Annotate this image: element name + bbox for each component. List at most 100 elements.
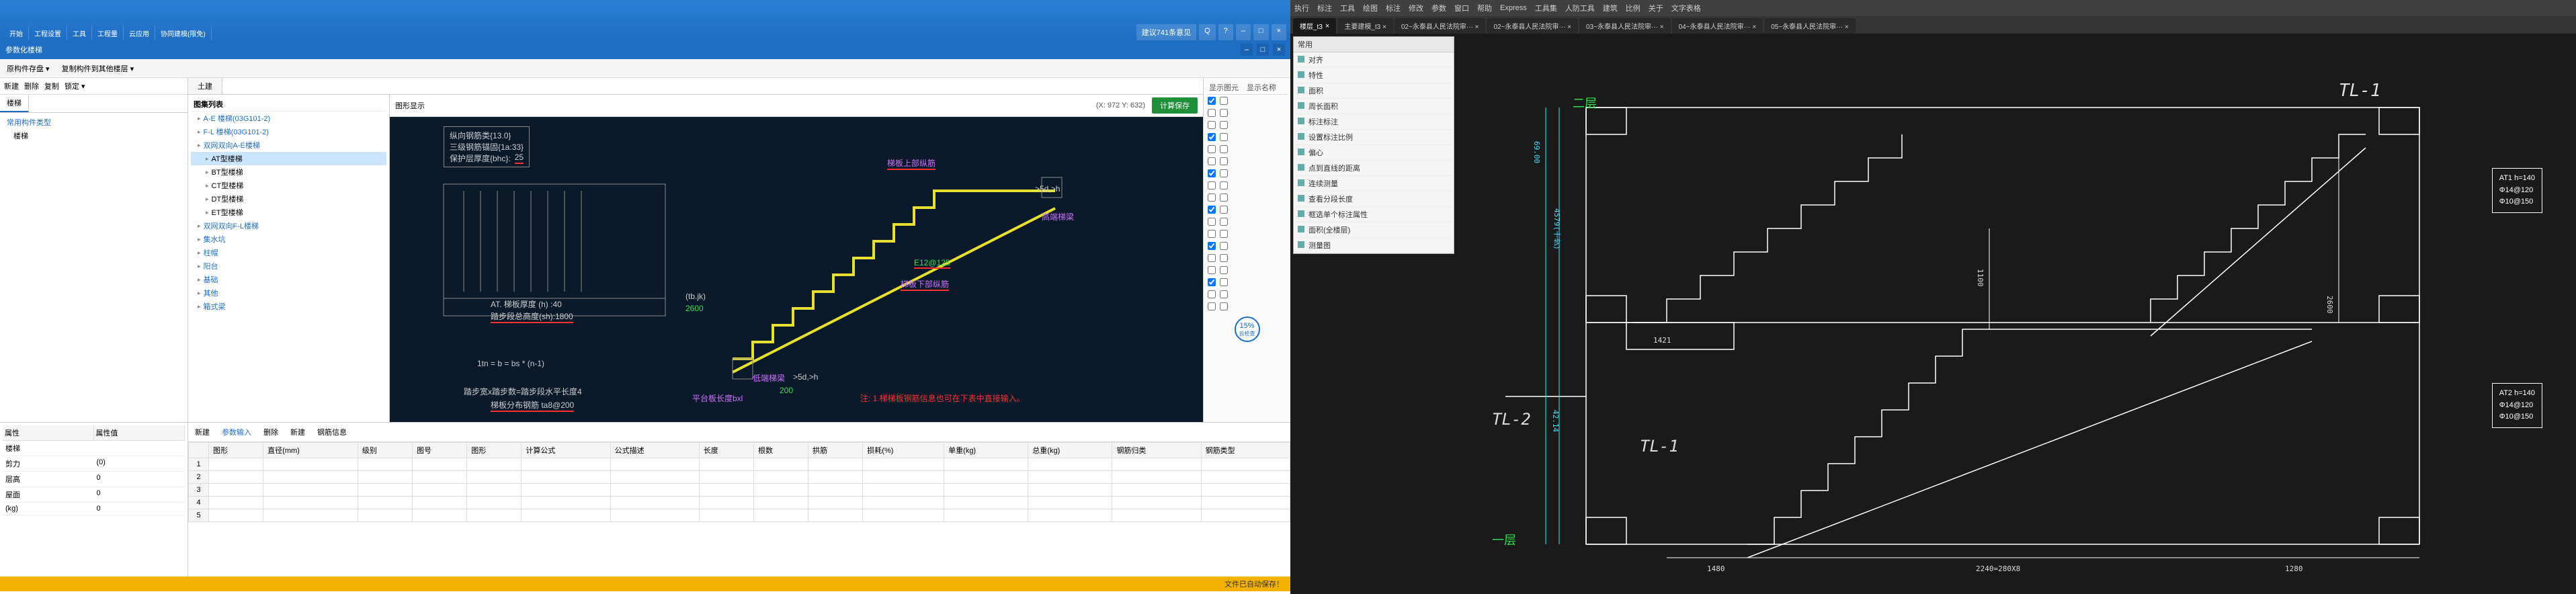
cad-tools-panel[interactable]: 常用 对齐特性面积周长面积标注标注设置标注比例偏心点到直线的距离连续测量查看分段… — [1293, 36, 1454, 254]
name-checkbox[interactable] — [1220, 181, 1228, 189]
ribbon-tab[interactable]: 工程设置 — [29, 26, 67, 40]
grid-cell[interactable] — [263, 509, 358, 522]
minimize-button[interactable]: – — [1236, 24, 1251, 40]
atlas-tree-node[interactable]: 箱式梁 — [191, 300, 386, 313]
sub-maximize-button[interactable]: □ — [1257, 44, 1269, 56]
name-checkbox[interactable] — [1220, 169, 1228, 177]
grid-cell[interactable] — [944, 484, 1028, 497]
grid-cell[interactable] — [944, 471, 1028, 484]
grid-cell[interactable] — [209, 471, 263, 484]
visibility-row[interactable] — [1206, 300, 1288, 312]
grid-cell[interactable] — [753, 497, 808, 509]
tree-node[interactable]: 常用构件类型 — [1, 116, 186, 129]
visibility-checkbox[interactable] — [1208, 302, 1216, 310]
grid-cell[interactable] — [358, 497, 412, 509]
grid-cell[interactable] — [522, 497, 610, 509]
grid-row[interactable]: 4 — [189, 497, 1290, 509]
grid-cell[interactable] — [1028, 484, 1112, 497]
copy-button[interactable]: 复制 — [44, 81, 59, 91]
cad-menu-item[interactable]: 标注 — [1317, 3, 1332, 13]
copy-component-dropdown[interactable]: 复制构件到其他楼层 ▾ — [59, 62, 137, 75]
property-row[interactable]: 剪力(0) — [3, 456, 185, 472]
ribbon-tab[interactable]: 工程量 — [92, 26, 124, 40]
cad-document-tab[interactable]: 03~永泰县人民法院审··· × — [1579, 18, 1671, 34]
grid-column-header[interactable]: 单重(kg) — [944, 443, 1028, 458]
grid-cell[interactable] — [522, 471, 610, 484]
atlas-tree-node[interactable]: 双网双向A-E楼梯 — [191, 138, 386, 152]
ribbon-tab[interactable]: 协同建模(限免) — [155, 26, 212, 40]
visibility-row[interactable] — [1206, 107, 1288, 119]
cad-menu-item[interactable]: 工具 — [1340, 3, 1355, 13]
grid-cell[interactable] — [863, 484, 944, 497]
cad-menu-item[interactable]: Express — [1500, 4, 1527, 12]
grid-cell[interactable] — [863, 509, 944, 522]
grid-cell[interactable] — [1028, 471, 1112, 484]
visibility-row[interactable] — [1206, 179, 1288, 192]
visibility-row[interactable] — [1206, 288, 1288, 300]
lock-dropdown[interactable]: 锁定 ▾ — [65, 81, 85, 91]
grid-cell[interactable] — [358, 484, 412, 497]
visibility-checkbox[interactable] — [1208, 145, 1216, 153]
grid-cell[interactable] — [753, 458, 808, 471]
grid-cell[interactable] — [610, 509, 699, 522]
visibility-row[interactable] — [1206, 192, 1288, 204]
ribbon-tab[interactable]: 云应用 — [124, 26, 155, 40]
grid-cell[interactable] — [699, 471, 753, 484]
feedback-pill[interactable]: 建议741条意见 — [1136, 24, 1196, 40]
grid-cell[interactable] — [699, 484, 753, 497]
cad-menu-item[interactable]: 建筑 — [1603, 3, 1618, 13]
cad-menu-item[interactable]: 工具集 — [1535, 3, 1557, 13]
name-checkbox[interactable] — [1220, 133, 1228, 141]
cad-menu-item[interactable]: 帮助 — [1477, 3, 1492, 13]
atlas-tree-node[interactable]: F-L 楼梯(03G101-2) — [191, 125, 386, 138]
grid-cell[interactable] — [699, 458, 753, 471]
cad-tool-item[interactable]: 标注标注 — [1294, 114, 1454, 130]
grid-rebar-info-button[interactable]: 钢筋信息 — [315, 425, 349, 439]
grid-cell[interactable] — [808, 471, 863, 484]
grid-cell[interactable] — [209, 497, 263, 509]
cad-menu-item[interactable]: 标注 — [1386, 3, 1401, 13]
visibility-checkbox[interactable] — [1208, 278, 1216, 286]
atlas-tree-node[interactable]: 其他 — [191, 286, 386, 300]
cad-document-tab[interactable]: 05~永泰县人民法院审··· × — [1764, 18, 1856, 34]
visibility-checkbox[interactable] — [1208, 109, 1216, 117]
grid-cell[interactable] — [1112, 458, 1201, 471]
visibility-row[interactable] — [1206, 216, 1288, 228]
visibility-row[interactable] — [1206, 95, 1288, 107]
cad-tool-item[interactable]: 测量图 — [1294, 238, 1454, 253]
grid-cell[interactable] — [1201, 484, 1290, 497]
cad-tool-item[interactable]: 设置标注比例 — [1294, 130, 1454, 145]
name-checkbox[interactable] — [1220, 218, 1228, 226]
new-button[interactable]: 新建 — [4, 81, 19, 91]
visibility-checkbox[interactable] — [1208, 218, 1216, 226]
grid-delete-button[interactable]: 删除 — [261, 425, 281, 439]
visibility-checkbox[interactable] — [1208, 97, 1216, 105]
visibility-row[interactable] — [1206, 155, 1288, 167]
cad-tool-item[interactable]: 查看分段长度 — [1294, 192, 1454, 207]
grid-param-input-button[interactable]: 参数输入 — [219, 425, 254, 439]
grid-column-header[interactable]: 钢筋类型 — [1201, 443, 1290, 458]
grid-row[interactable]: 3 — [189, 484, 1290, 497]
cad-document-tab[interactable]: 02~永泰县人民法院审··· × — [1395, 18, 1486, 34]
grid-column-header[interactable]: 钢筋归类 — [1112, 443, 1201, 458]
grid-cell[interactable] — [467, 484, 522, 497]
visibility-checkbox[interactable] — [1208, 254, 1216, 262]
grid-cell[interactable] — [263, 484, 358, 497]
grid-cell[interactable] — [753, 471, 808, 484]
grid-cell[interactable] — [944, 497, 1028, 509]
grid-cell[interactable] — [467, 458, 522, 471]
grid-new-button[interactable]: 新建 — [192, 425, 212, 439]
name-checkbox[interactable] — [1220, 145, 1228, 153]
ribbon-tab[interactable]: 开始 — [4, 26, 29, 40]
close-button[interactable]: × — [1272, 24, 1286, 40]
tree-node[interactable]: 楼梯 — [1, 129, 186, 142]
cad-menu-item[interactable]: 文字表格 — [1671, 3, 1701, 13]
grid-cell[interactable] — [753, 509, 808, 522]
grid-new2-button[interactable]: 新建 — [288, 425, 308, 439]
property-row[interactable]: 楼梯 — [3, 441, 185, 456]
visibility-row[interactable] — [1206, 240, 1288, 252]
delete-button[interactable]: 删除 — [24, 81, 39, 91]
grid-column-header[interactable]: 拱筋 — [808, 443, 863, 458]
visibility-row[interactable] — [1206, 143, 1288, 155]
grid-cell[interactable] — [753, 484, 808, 497]
